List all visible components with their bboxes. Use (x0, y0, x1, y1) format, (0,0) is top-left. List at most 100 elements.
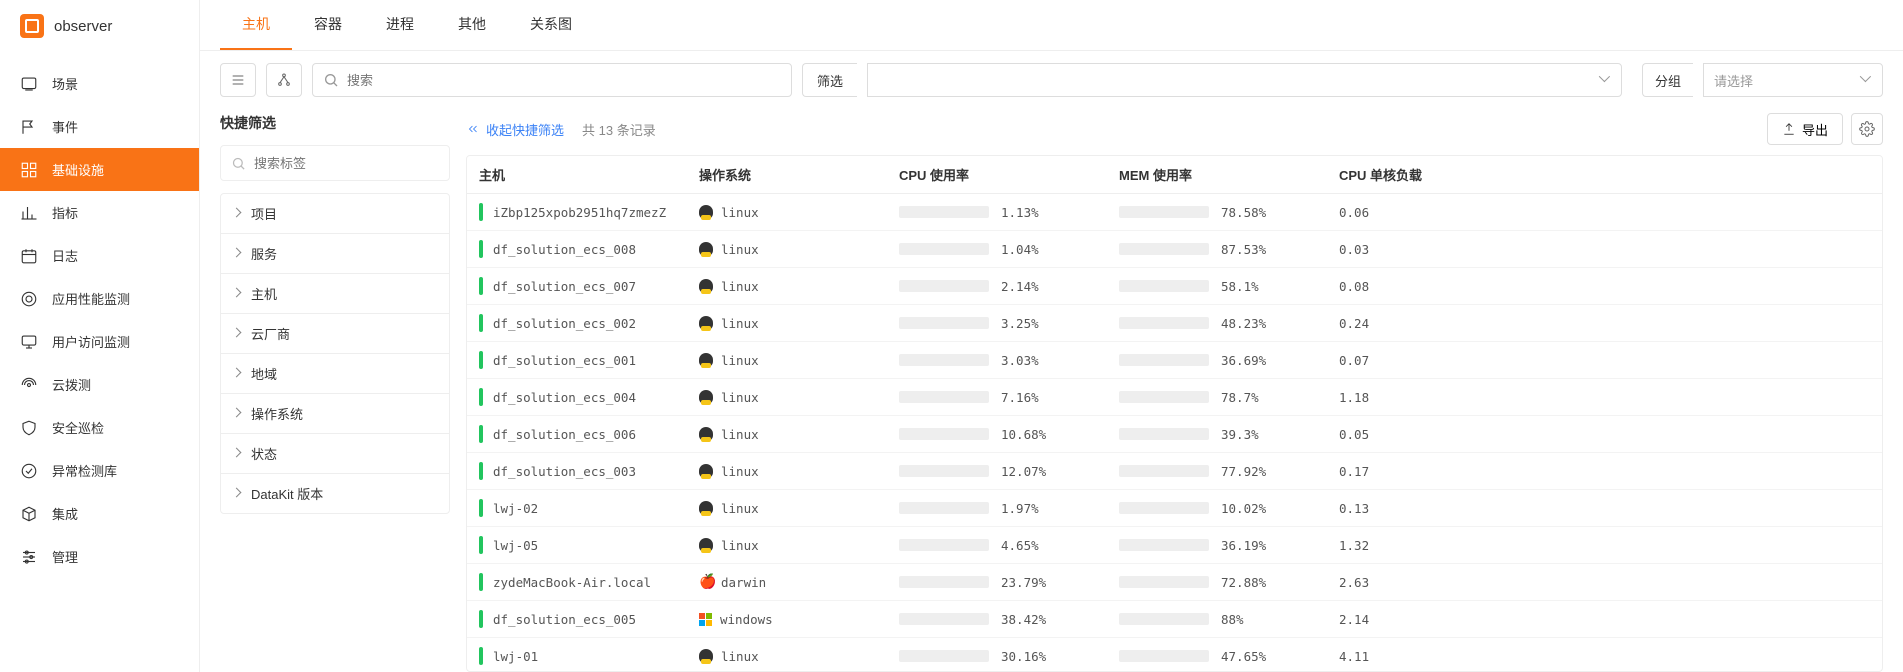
filter-accordion-item[interactable]: 项目 (221, 194, 449, 234)
tab[interactable]: 主机 (220, 0, 292, 50)
table-row[interactable]: df_solution_ecs_003 linux 12.07% 77.92% … (467, 453, 1882, 490)
box-icon (20, 505, 38, 523)
group-select[interactable]: 请选择 (1703, 63, 1883, 97)
os-name: linux (721, 538, 759, 553)
status-indicator (479, 203, 483, 221)
th-mem[interactable]: MEM 使用率 (1107, 156, 1327, 193)
table-row[interactable]: df_solution_ecs_008 linux 1.04% 87.53% 0… (467, 231, 1882, 268)
tab[interactable]: 关系图 (508, 0, 594, 50)
mem-bar (1119, 650, 1209, 662)
filter-button[interactable]: 筛选 (802, 63, 857, 97)
nav-item-anomaly[interactable]: 异常检测库 (0, 449, 199, 492)
nav-item-scene[interactable]: 场景 (0, 62, 199, 105)
load-value: 2.63 (1339, 575, 1369, 590)
table-row[interactable]: df_solution_ecs_004 linux 7.16% 78.7% 1.… (467, 379, 1882, 416)
logo[interactable]: observer (0, 0, 199, 52)
th-cpu[interactable]: CPU 使用率 (887, 156, 1107, 193)
nav-item-radio[interactable]: 云拨测 (0, 363, 199, 406)
load-value: 0.07 (1339, 353, 1369, 368)
linux-icon (699, 353, 713, 367)
filter-accordion-item[interactable]: 服务 (221, 234, 449, 274)
os-name: linux (721, 205, 759, 220)
filter-accordion-item[interactable]: DataKit 版本 (221, 474, 449, 513)
filter-item-label: 项目 (251, 204, 277, 223)
table-row[interactable]: zydeMacBook-Air.local 🍎darwin 23.79% 72.… (467, 564, 1882, 601)
nav-item-box[interactable]: 集成 (0, 492, 199, 535)
nav-item-settings[interactable]: 管理 (0, 535, 199, 578)
cpu-bar (899, 539, 989, 551)
nav-item-label: 云拨测 (52, 375, 91, 394)
topology-view-button[interactable] (266, 63, 302, 97)
chevron-right-icon (233, 409, 243, 419)
nav-item-label: 异常检测库 (52, 461, 117, 480)
table-row[interactable]: df_solution_ecs_001 linux 3.03% 36.69% 0… (467, 342, 1882, 379)
th-load[interactable]: CPU 单核负载 (1327, 156, 1882, 193)
filter-panel-title: 快捷筛选 (220, 109, 450, 133)
host-name: iZbp125xpob2951hq7zmezZ (493, 205, 666, 220)
list-view-button[interactable] (220, 63, 256, 97)
table-row[interactable]: df_solution_ecs_002 linux 3.25% 48.23% 0… (467, 305, 1882, 342)
filter-accordion-item[interactable]: 状态 (221, 434, 449, 474)
search-box[interactable] (312, 63, 792, 97)
nav-item-chart[interactable]: 指标 (0, 191, 199, 234)
table-row[interactable]: df_solution_ecs_007 linux 2.14% 58.1% 0.… (467, 268, 1882, 305)
filter-accordion-item[interactable]: 操作系统 (221, 394, 449, 434)
filter-select[interactable] (867, 63, 1622, 97)
cpu-bar (899, 428, 989, 440)
status-indicator (479, 351, 483, 369)
os-name: linux (721, 390, 759, 405)
load-value: 0.08 (1339, 279, 1369, 294)
filter-tag-search[interactable] (220, 145, 450, 181)
th-os[interactable]: 操作系统 (687, 156, 887, 193)
nav-item-grid[interactable]: 基础设施 (0, 148, 199, 191)
filter-tag-input[interactable] (254, 156, 439, 171)
cpu-bar (899, 613, 989, 625)
collapse-filter-link[interactable]: 收起快捷筛选 (466, 120, 564, 139)
filter-item-label: 主机 (251, 284, 277, 303)
host-name: lwj-02 (493, 501, 538, 516)
host-name: zydeMacBook-Air.local (493, 575, 651, 590)
nav-item-target[interactable]: 应用性能监测 (0, 277, 199, 320)
table-settings-button[interactable] (1851, 113, 1883, 145)
mem-value: 39.3% (1221, 427, 1259, 442)
record-count: 共 13 条记录 (582, 120, 656, 139)
load-value: 0.05 (1339, 427, 1369, 442)
th-host[interactable]: 主机 (467, 156, 687, 193)
tab[interactable]: 进程 (364, 0, 436, 50)
collapse-icon (466, 122, 480, 136)
host-name: df_solution_ecs_003 (493, 464, 636, 479)
filter-accordion-item[interactable]: 主机 (221, 274, 449, 314)
nav-item-monitor[interactable]: 用户访问监测 (0, 320, 199, 363)
load-value: 0.13 (1339, 501, 1369, 516)
mem-value: 78.7% (1221, 390, 1259, 405)
cpu-value: 1.13% (1001, 205, 1039, 220)
top-tabs: 主机容器进程其他关系图 (200, 0, 1903, 51)
chevron-right-icon (233, 449, 243, 459)
mem-value: 77.92% (1221, 464, 1266, 479)
os-name: linux (721, 501, 759, 516)
table-row[interactable]: lwj-01 linux 30.16% 47.65% 4.11 (467, 638, 1882, 672)
cpu-bar (899, 576, 989, 588)
table-row[interactable]: df_solution_ecs_006 linux 10.68% 39.3% 0… (467, 416, 1882, 453)
table-row[interactable]: iZbp125xpob2951hq7zmezZ linux 1.13% 78.5… (467, 194, 1882, 231)
table-row[interactable]: lwj-05 linux 4.65% 36.19% 1.32 (467, 527, 1882, 564)
table-header: 主机 操作系统 CPU 使用率 MEM 使用率 CPU 单核负载 (467, 156, 1882, 194)
filter-accordion-item[interactable]: 云厂商 (221, 314, 449, 354)
export-button[interactable]: 导出 (1767, 113, 1843, 145)
nav-item-flag[interactable]: 事件 (0, 105, 199, 148)
nav-item-shield[interactable]: 安全巡检 (0, 406, 199, 449)
mem-bar (1119, 206, 1209, 218)
table-row[interactable]: df_solution_ecs_005 windows 38.42% 88% 2… (467, 601, 1882, 638)
search-icon (323, 72, 339, 88)
search-input[interactable] (347, 73, 781, 88)
filter-accordion-item[interactable]: 地域 (221, 354, 449, 394)
status-indicator (479, 536, 483, 554)
tab[interactable]: 其他 (436, 0, 508, 50)
table-row[interactable]: lwj-02 linux 1.97% 10.02% 0.13 (467, 490, 1882, 527)
tab[interactable]: 容器 (292, 0, 364, 50)
status-indicator (479, 314, 483, 332)
nav-item-calendar[interactable]: 日志 (0, 234, 199, 277)
cpu-value: 1.97% (1001, 501, 1039, 516)
chevron-right-icon (233, 329, 243, 339)
cpu-value: 23.79% (1001, 575, 1046, 590)
